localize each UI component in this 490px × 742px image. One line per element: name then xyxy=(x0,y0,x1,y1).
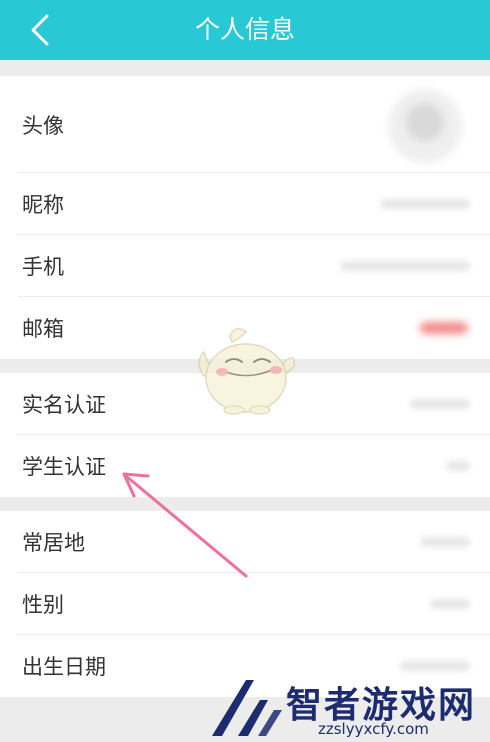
row-nickname[interactable]: 昵称 xyxy=(0,173,490,235)
email-value xyxy=(420,322,468,334)
section-gap xyxy=(0,497,490,511)
page-title: 个人信息 xyxy=(194,15,295,44)
student-value xyxy=(446,461,470,471)
real-name-value xyxy=(410,399,470,409)
gender-value xyxy=(430,599,470,609)
row-label: 实名认证 xyxy=(22,393,106,417)
row-label: 邮箱 xyxy=(22,317,64,341)
row-student-verification[interactable]: 学生认证 xyxy=(0,435,490,497)
row-label: 学生认证 xyxy=(22,455,106,479)
mascot-watermark-icon xyxy=(198,328,296,415)
row-avatar[interactable]: 头像 xyxy=(0,76,490,173)
row-label: 手机 xyxy=(22,255,64,279)
birthday-value xyxy=(400,661,470,671)
row-label: 性别 xyxy=(22,593,64,617)
residence-value xyxy=(420,537,470,547)
phone-value xyxy=(340,261,470,271)
site-watermark: 智者游戏网 zzslyyxcfy.com xyxy=(208,676,490,742)
row-gender[interactable]: 性别 xyxy=(0,573,490,635)
row-label: 出生日期 xyxy=(22,655,106,679)
site-logo-icon xyxy=(212,680,282,736)
top-bar: 个人信息 xyxy=(0,0,490,60)
avatar xyxy=(388,89,462,163)
profile-section: 常居地 性别 出生日期 xyxy=(0,511,490,697)
row-label: 常居地 xyxy=(22,531,85,555)
nickname-value xyxy=(380,199,470,209)
row-label: 头像 xyxy=(22,113,64,138)
row-residence[interactable]: 常居地 xyxy=(0,511,490,573)
section-gap xyxy=(0,60,490,76)
basic-info-section: 头像 昵称 手机 邮箱 xyxy=(0,76,490,359)
row-label: 昵称 xyxy=(22,193,64,217)
row-phone[interactable]: 手机 xyxy=(0,235,490,297)
watermark-url: zzslyyxcfy.com xyxy=(318,720,429,738)
